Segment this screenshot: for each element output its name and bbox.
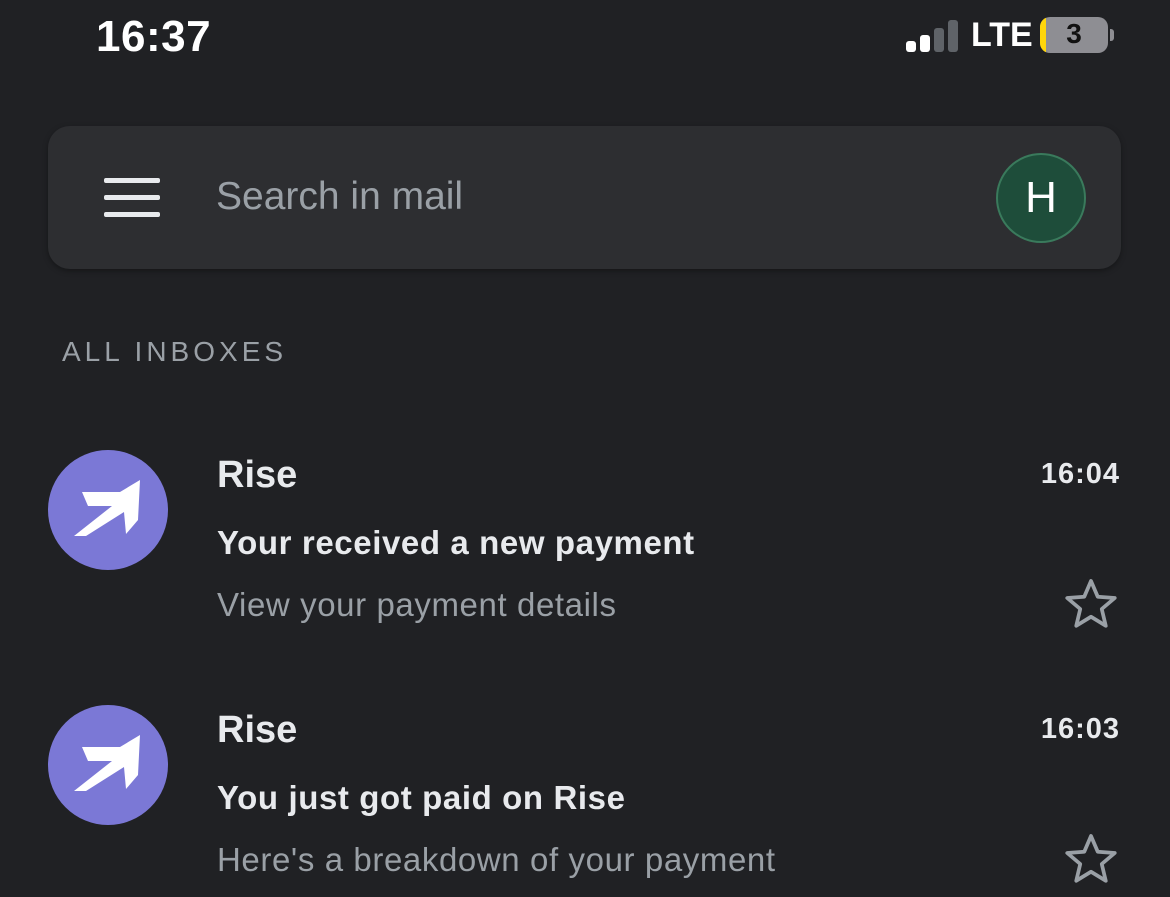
email-snippet: View your payment details (217, 586, 617, 623)
section-label: ALL INBOXES (62, 336, 288, 367)
signal-bar (948, 20, 958, 52)
email-snippet: Here's a breakdown of your payment (217, 841, 776, 878)
account-avatar[interactable]: H (996, 153, 1086, 243)
email-sender: Rise (217, 709, 298, 751)
signal-bar (920, 35, 930, 52)
rise-logo-icon (74, 480, 140, 536)
gmail-inbox-screen: 16:37 LTE 3 H ALL INBOXES Rise 16:04 You… (0, 0, 1170, 897)
email-time: 16:04 (1040, 458, 1120, 490)
sender-avatar (48, 450, 168, 570)
battery-tip (1110, 29, 1114, 41)
email-subject: Your received a new payment (217, 524, 695, 561)
email-sender: Rise (217, 454, 298, 496)
signal-icon (906, 20, 960, 52)
rise-logo-icon (74, 735, 140, 791)
email-subject: You just got paid on Rise (217, 779, 626, 816)
network-label: LTE (971, 16, 1033, 54)
menu-icon[interactable] (104, 178, 160, 218)
search-input[interactable] (216, 164, 916, 230)
battery-icon: 3 (1040, 17, 1108, 53)
battery-level: 3 (1066, 18, 1082, 49)
email-row[interactable]: Rise 16:03 You just got paid on Rise Her… (0, 681, 1170, 897)
email-row[interactable]: Rise 16:04 Your received a new payment V… (0, 426, 1170, 666)
signal-bar (906, 41, 916, 52)
sender-avatar (48, 705, 168, 825)
signal-bar (934, 28, 944, 52)
star-icon[interactable] (1060, 574, 1122, 634)
status-time: 16:37 (96, 12, 212, 61)
star-icon[interactable] (1060, 829, 1122, 889)
search-bar[interactable]: H (48, 126, 1121, 269)
email-time: 16:03 (1040, 713, 1120, 745)
